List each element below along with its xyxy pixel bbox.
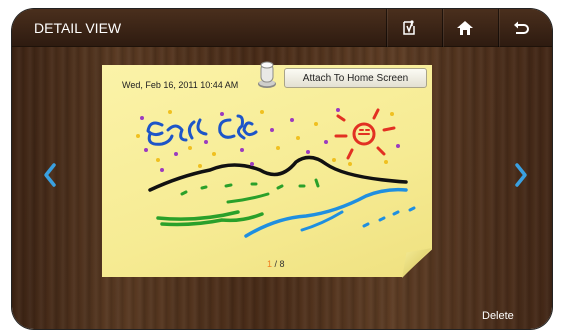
memo-date: Wed, Feb 16, 2011 10:44 AM	[122, 80, 239, 90]
page-title: DETAIL VIEW	[34, 20, 122, 36]
memo-drawing	[136, 108, 416, 238]
page-separator: /	[272, 259, 280, 269]
home-button[interactable]	[442, 9, 486, 47]
memo-attach-icon	[402, 20, 415, 35]
pushpin-icon	[258, 61, 276, 88]
title-bar: DETAIL VIEW	[12, 9, 552, 47]
previous-arrow-icon[interactable]	[40, 160, 60, 190]
attach-to-home-screen-button[interactable]: Attach To Home Screen	[284, 68, 427, 88]
memo-attach-button[interactable]	[386, 9, 430, 47]
page-counter: 1 / 8	[267, 259, 285, 269]
total-pages: 8	[279, 259, 285, 269]
next-arrow-icon[interactable]	[511, 160, 531, 190]
back-button[interactable]	[498, 9, 542, 47]
home-icon	[456, 21, 473, 35]
delete-button[interactable]: Delete	[482, 310, 514, 322]
back-icon	[513, 21, 529, 34]
